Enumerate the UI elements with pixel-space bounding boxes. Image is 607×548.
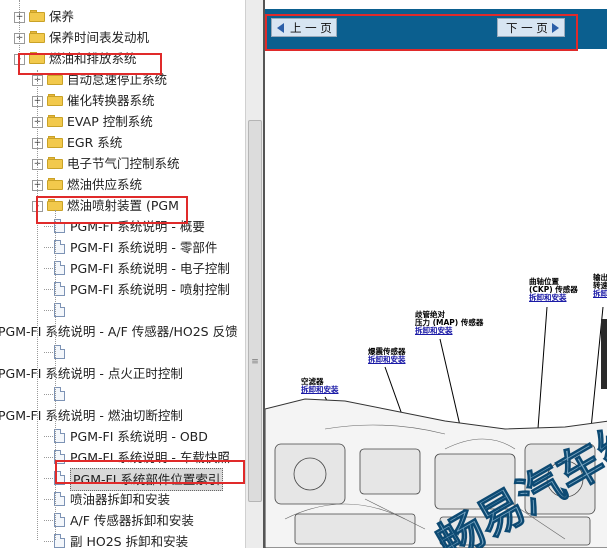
- folder-icon: [29, 31, 45, 43]
- tree-item-label: 保养时间表发动机: [49, 30, 150, 45]
- folder-icon: [47, 178, 63, 190]
- tree-connector: [44, 499, 53, 500]
- highlight-location-index: [55, 460, 245, 484]
- callout-link-right-edge[interactable]: 拆卸: [593, 290, 607, 298]
- tree-folder-item[interactable]: + 保养: [0, 6, 245, 27]
- callout-link-knock-sensor[interactable]: 拆卸和安装: [368, 356, 428, 364]
- tree-scrollbar[interactable]: ≡: [245, 0, 263, 548]
- tree-item-label: EVAP 控制系统: [67, 114, 153, 129]
- tree-connector: [44, 541, 53, 542]
- callout-link-air-filter[interactable]: 拆卸和安装: [301, 386, 361, 394]
- tree-item-label: 催化转换器系统: [67, 93, 155, 108]
- callout-link-ckp-sensor[interactable]: 拆卸和安装: [529, 294, 589, 302]
- tree-item-label: PGM-FI 系统说明 - A/F 传感器/HO2S 反馈: [0, 324, 238, 339]
- folder-icon: [47, 94, 63, 106]
- callout-title: 歧管绝对 压力 (MAP) 传感器: [415, 310, 484, 327]
- callout-knock-sensor: 爆震传感器 拆卸和安装: [368, 348, 428, 364]
- callout-ckp-sensor: 曲轴位置 (CKP) 传感器 拆卸和安装: [529, 278, 589, 302]
- tree-item-label: EGR 系统: [67, 135, 123, 150]
- tree-item-label: A/F 传感器拆卸和安装: [70, 513, 194, 528]
- callout-map-sensor: 歧管绝对 压力 (MAP) 传感器 拆卸和安装: [415, 311, 505, 335]
- scrollbar-thumb[interactable]: ≡: [248, 120, 262, 502]
- highlight-pgm-fi-folder: [36, 196, 188, 224]
- tree-item-label: 喷油器拆卸和安装: [70, 492, 171, 507]
- tree-guide-line: [55, 210, 56, 540]
- tree-item-label: PGM-FI 系统说明 - 喷射控制: [70, 282, 230, 297]
- tree-connector: [44, 394, 53, 395]
- highlight-nav-bar: [265, 14, 578, 51]
- content-pane: 上 一 页 下 一 页 曲轴位置 (CKP) 传感器 拆卸和安装 歧管绝对 压力…: [263, 0, 607, 548]
- callout-title: 输出 转速: [593, 273, 607, 290]
- tree-connector: [44, 310, 53, 311]
- tree-connector: [44, 352, 53, 353]
- callout-link-map-sensor[interactable]: 拆卸和安装: [415, 327, 505, 335]
- tree-item-label: PGM-FI 系统说明 - 零部件: [70, 240, 218, 255]
- tree-item-label: 电子节气门控制系统: [67, 156, 180, 171]
- tree-item-label: PGM-FI 系统说明 - 燃油切断控制: [0, 408, 183, 423]
- tree-guide-line: [37, 70, 38, 540]
- tree-item-label: PGM-FI 系统说明 - 电子控制: [70, 261, 230, 276]
- highlight-fuel-emission: [18, 53, 162, 75]
- tree-item-label: 保养: [49, 9, 75, 24]
- callout-right-edge: 输出 转速 拆卸: [593, 274, 607, 298]
- tree-item-label: PGM-FI 系统说明 - 点火正时控制: [0, 366, 183, 381]
- tree-item-label: PGM-FI 系统说明 - OBD: [70, 429, 208, 444]
- tree-connector: [44, 457, 53, 458]
- tree-connector: [44, 268, 53, 269]
- folder-icon: [47, 157, 63, 169]
- tree-connector: [44, 247, 53, 248]
- tree-item-label: 副 HO2S 拆卸和安装: [70, 534, 189, 548]
- folder-icon: [47, 115, 63, 127]
- tree-connector: [44, 226, 53, 227]
- callout-air-filter: 空滤器 拆卸和安装: [301, 378, 361, 394]
- tree-item-label: 燃油供应系统: [67, 177, 143, 192]
- folder-icon: [29, 10, 45, 22]
- scrollbar-grip-icon: ≡: [251, 357, 259, 367]
- folder-icon: [47, 136, 63, 148]
- tree-connector: [44, 436, 53, 437]
- callout-title: 曲轴位置 (CKP) 传感器: [529, 277, 578, 294]
- tree-folder-item[interactable]: + 保养时间表发动机: [0, 27, 245, 48]
- tree-connector: [44, 520, 53, 521]
- tree-connector: [44, 289, 53, 290]
- tree-connector: [44, 478, 53, 479]
- component-location-diagram: 畅易汽车维修 曲轴位置 (CKP) 传感器 拆卸和安装 歧管绝对 压力 (MAP…: [265, 49, 607, 548]
